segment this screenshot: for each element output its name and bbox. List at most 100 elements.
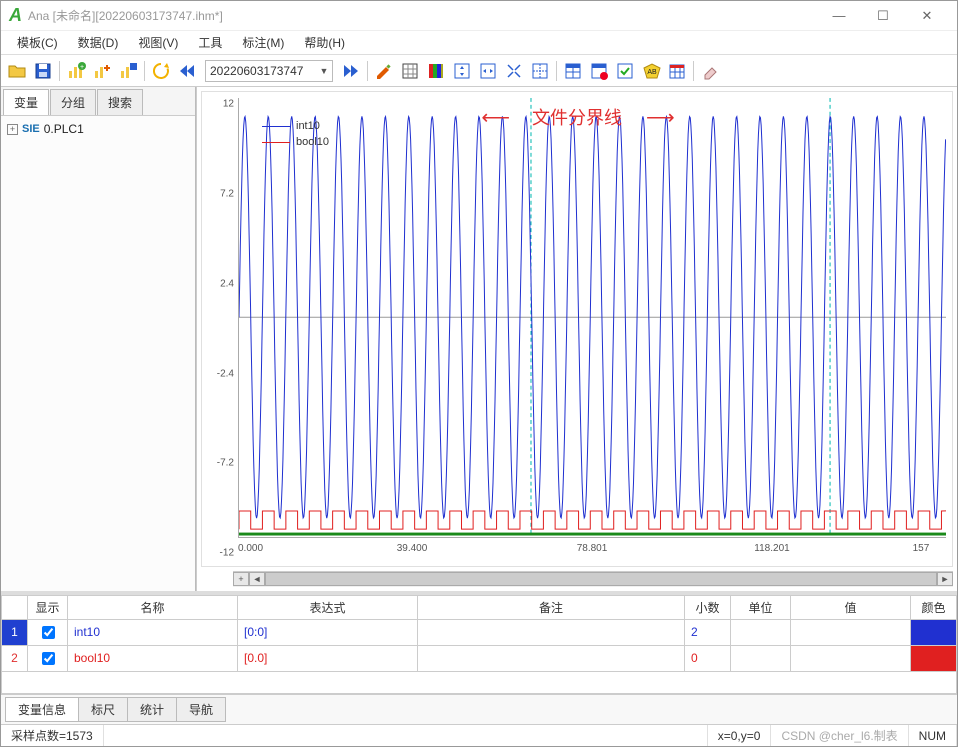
- btab-stats[interactable]: 统计: [127, 697, 177, 722]
- cell-name[interactable]: int10: [68, 619, 238, 645]
- btab-varinfo[interactable]: 变量信息: [5, 697, 79, 722]
- sidebar-tab-groups[interactable]: 分组: [50, 89, 96, 115]
- sidebar: 变量 分组 搜索 + SIE 0.PLC1: [1, 87, 196, 591]
- app-icon: A: [9, 5, 22, 26]
- table-check-icon[interactable]: [613, 59, 637, 83]
- show-checkbox[interactable]: [28, 619, 68, 645]
- cell-unit[interactable]: [731, 619, 791, 645]
- table-marked-icon[interactable]: [587, 59, 611, 83]
- btab-nav[interactable]: 导航: [176, 697, 226, 722]
- chart-panel[interactable]: ⟵ 文件分界线 ⟶ 12 7.2 2.4 -2.4 -7.2 -12: [201, 91, 953, 567]
- forward-icon[interactable]: [339, 59, 363, 83]
- tree-prefix: SIE: [22, 123, 40, 135]
- file-selector[interactable]: 20220603173747 ▼: [205, 60, 333, 82]
- crosshair-icon[interactable]: [528, 59, 552, 83]
- cell-color[interactable]: [911, 619, 957, 645]
- cell-expr[interactable]: [0.0]: [238, 645, 418, 671]
- y-tick: -7.2: [217, 458, 234, 469]
- eraser-icon[interactable]: [698, 59, 722, 83]
- h-scrollbar[interactable]: + ◄ ►: [233, 571, 953, 587]
- rewind-icon[interactable]: [175, 59, 199, 83]
- minimize-button[interactable]: —: [817, 2, 861, 30]
- maximize-button[interactable]: ☐: [861, 2, 905, 30]
- y-tick: -12: [220, 548, 234, 559]
- y-tick: 7.2: [220, 189, 234, 200]
- scroll-track[interactable]: [265, 572, 937, 586]
- cell-note[interactable]: [418, 619, 685, 645]
- col-dec: 小数: [685, 595, 731, 619]
- y-tick: -2.4: [217, 368, 234, 379]
- menu-annotate[interactable]: 标注(M): [232, 31, 294, 54]
- arrow-right-icon: ⟶: [646, 105, 673, 130]
- chart-plus-icon[interactable]: [90, 59, 114, 83]
- chart-add-icon[interactable]: +: [64, 59, 88, 83]
- y-tick: 2.4: [220, 278, 234, 289]
- col-num: [2, 595, 28, 619]
- close-button[interactable]: ✕: [905, 2, 949, 30]
- refresh-icon[interactable]: [149, 59, 173, 83]
- col-unit: 单位: [731, 595, 791, 619]
- status-watermark: CSDN @cher_l6.制表: [771, 725, 908, 746]
- plot[interactable]: [238, 98, 946, 538]
- legend-line-icon: [262, 126, 290, 127]
- scroll-right-icon[interactable]: ►: [937, 572, 953, 586]
- open-icon[interactable]: [5, 59, 29, 83]
- annotation: ⟵ 文件分界线 ⟶: [481, 104, 672, 130]
- sidebar-tab-vars[interactable]: 变量: [3, 89, 49, 115]
- col-show: 显示: [28, 595, 68, 619]
- pencil-icon[interactable]: [372, 59, 396, 83]
- cell-val[interactable]: [791, 619, 911, 645]
- legend-line-icon: [262, 142, 290, 143]
- calendar-icon[interactable]: [665, 59, 689, 83]
- show-checkbox[interactable]: [28, 645, 68, 671]
- menu-help[interactable]: 帮助(H): [294, 31, 355, 54]
- cell-color[interactable]: [911, 645, 957, 671]
- bottom-tabs: 变量信息 标尺 统计 导航: [1, 694, 957, 724]
- tree-label: 0.PLC1: [44, 122, 84, 136]
- cell-dec[interactable]: 2: [685, 619, 731, 645]
- scroll-left-icon[interactable]: ◄: [249, 572, 265, 586]
- table-row[interactable]: 2 bool10[0.0] 0: [2, 645, 957, 671]
- save-icon[interactable]: [31, 59, 55, 83]
- status-num: NUM: [909, 725, 957, 746]
- grid-icon[interactable]: [398, 59, 422, 83]
- cell-val[interactable]: [791, 645, 911, 671]
- btab-ruler[interactable]: 标尺: [78, 697, 128, 722]
- cell-dec[interactable]: 0: [685, 645, 731, 671]
- table-icon[interactable]: [561, 59, 585, 83]
- tag-icon[interactable]: AB: [639, 59, 663, 83]
- cell-expr[interactable]: [0:0]: [238, 619, 418, 645]
- palette-icon[interactable]: [424, 59, 448, 83]
- arrows-v-icon[interactable]: [450, 59, 474, 83]
- x-tick: 118.201: [754, 543, 789, 554]
- legend-label: bool10: [296, 136, 329, 148]
- menu-template[interactable]: 模板(C): [7, 31, 68, 54]
- sidebar-tab-search[interactable]: 搜索: [97, 89, 143, 115]
- scroll-add-icon[interactable]: +: [233, 572, 249, 586]
- cell-note[interactable]: [418, 645, 685, 671]
- collapse-icon[interactable]: [502, 59, 526, 83]
- menu-view[interactable]: 视图(V): [128, 31, 188, 54]
- svg-text:AB: AB: [648, 69, 658, 76]
- legend-label: int10: [296, 120, 320, 132]
- dropdown-icon[interactable]: ▼: [319, 66, 328, 76]
- row-number: 2: [2, 645, 28, 671]
- menu-tools[interactable]: 工具: [188, 31, 232, 54]
- row-number: 1: [2, 619, 28, 645]
- sidebar-tabs: 变量 分组 搜索: [1, 87, 195, 116]
- cell-name[interactable]: bool10: [68, 645, 238, 671]
- arrow-left-icon: ⟵: [481, 105, 508, 130]
- menubar: 模板(C) 数据(D) 视图(V) 工具 标注(M) 帮助(H): [1, 31, 957, 55]
- chart-save-icon[interactable]: [116, 59, 140, 83]
- tree-item-plc1[interactable]: + SIE 0.PLC1: [7, 122, 189, 136]
- expand-icon[interactable]: +: [7, 124, 18, 135]
- menu-data[interactable]: 数据(D): [68, 31, 129, 54]
- table-row[interactable]: 1 int10[0:0] 2: [2, 619, 957, 645]
- y-axis: 12 7.2 2.4 -2.4 -7.2 -12: [202, 92, 238, 566]
- tree-panel: + SIE 0.PLC1: [1, 116, 195, 591]
- arrows-h-icon[interactable]: [476, 59, 500, 83]
- col-color: 颜色: [911, 595, 957, 619]
- variable-table: 显示 名称 表达式 备注 小数 单位 值 颜色 1int10[0:0]22boo…: [1, 595, 957, 672]
- file-name: 20220603173747: [210, 64, 303, 78]
- cell-unit[interactable]: [731, 645, 791, 671]
